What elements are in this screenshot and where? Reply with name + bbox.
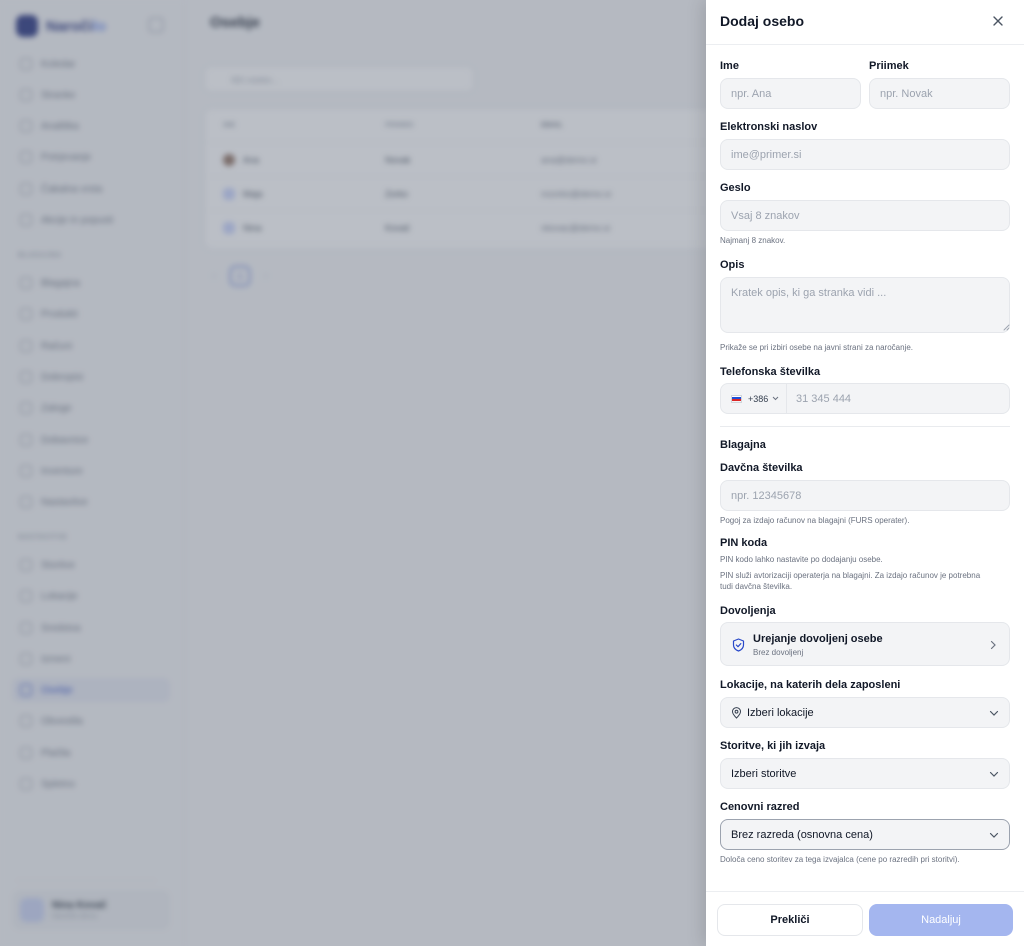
pin-info-line-2: tudi davčna številka.: [720, 582, 793, 591]
phone-field: +386: [720, 383, 1010, 414]
password-label: Geslo: [720, 182, 751, 194]
services-select[interactable]: Izberi storitve: [720, 758, 1010, 789]
pin-info-line-1: PIN služi avtorizaciji operaterja na bla…: [720, 571, 981, 580]
phone-number-input[interactable]: [787, 384, 1007, 413]
section-heading-blagajna: Blagajna: [720, 439, 766, 451]
services-label: Storitve, ki jih izvaja: [720, 740, 826, 752]
price-tier-select[interactable]: Brez razreda (osnovna cena): [720, 819, 1010, 850]
add-person-drawer: Dodaj osebo Ime Priimek Elektronski nasl…: [706, 0, 1024, 946]
locations-select-value: Izberi lokacije: [747, 707, 814, 719]
price-tier-label: Cenovni razred: [720, 801, 800, 813]
tax-number-input[interactable]: [720, 480, 1010, 511]
pin-label: PIN koda: [720, 537, 768, 549]
permissions-label: Dovoljenja: [720, 605, 776, 617]
drawer-header: Dodaj osebo: [706, 0, 1024, 45]
description-hint: Prikaže se pri izbiri osebe na javni str…: [720, 343, 913, 352]
chevron-down-icon: [989, 710, 999, 716]
services-select-value: Izberi storitve: [731, 768, 797, 780]
dial-code: +386: [748, 393, 769, 404]
chevron-down-icon: [989, 832, 999, 838]
slovenia-flag-icon: [731, 394, 742, 403]
tax-number-hint: Pogoj za izdajo računov na blagajni (FUR…: [720, 516, 910, 525]
first-name-label: Ime: [720, 60, 739, 72]
chevron-down-icon: [989, 771, 999, 777]
price-tier-select-value: Brez razreda (osnovna cena): [731, 829, 873, 841]
permissions-title: Urejanje dovoljenj osebe: [753, 633, 883, 645]
description-textarea[interactable]: [720, 277, 1010, 333]
last-name-input[interactable]: [869, 78, 1010, 109]
locations-label: Lokacije, na katerih dela zaposleni: [720, 679, 901, 691]
permissions-subtitle: Brez dovoljenj: [753, 648, 804, 657]
drawer-title: Dodaj osebo: [720, 13, 805, 29]
modal-backdrop[interactable]: [0, 0, 706, 946]
close-icon[interactable]: [990, 13, 1006, 29]
password-field[interactable]: [720, 200, 1010, 231]
location-pin-icon: [731, 707, 742, 719]
pin-hint: PIN kodo lahko nastavite po dodajanju os…: [720, 555, 883, 564]
country-code-select[interactable]: +386: [721, 384, 787, 413]
password-hint: Najmanj 8 znakov.: [720, 236, 786, 245]
continue-button[interactable]: Nadaljuj: [869, 904, 1013, 936]
shield-icon: [732, 638, 745, 652]
first-name-input[interactable]: [720, 78, 861, 109]
last-name-label: Priimek: [869, 60, 909, 72]
price-tier-hint: Določa ceno storitev za tega izvajalca (…: [720, 855, 960, 864]
edit-permissions-button[interactable]: Urejanje dovoljenj osebe Brez dovoljenj: [720, 622, 1010, 666]
chevron-down-icon: [772, 396, 779, 401]
locations-select[interactable]: Izberi lokacije: [720, 697, 1010, 728]
tax-number-label: Davčna številka: [720, 462, 803, 474]
resize-handle-icon[interactable]: [1002, 323, 1010, 331]
description-label: Opis: [720, 259, 745, 271]
drawer-footer: Prekliči Nadaljuj: [706, 891, 1024, 946]
email-field[interactable]: [720, 139, 1010, 170]
cancel-button[interactable]: Prekliči: [717, 904, 863, 936]
section-divider: [720, 426, 1010, 427]
chevron-right-icon: [990, 640, 996, 650]
email-label: Elektronski naslov: [720, 121, 818, 133]
phone-label: Telefonska številka: [720, 366, 821, 378]
